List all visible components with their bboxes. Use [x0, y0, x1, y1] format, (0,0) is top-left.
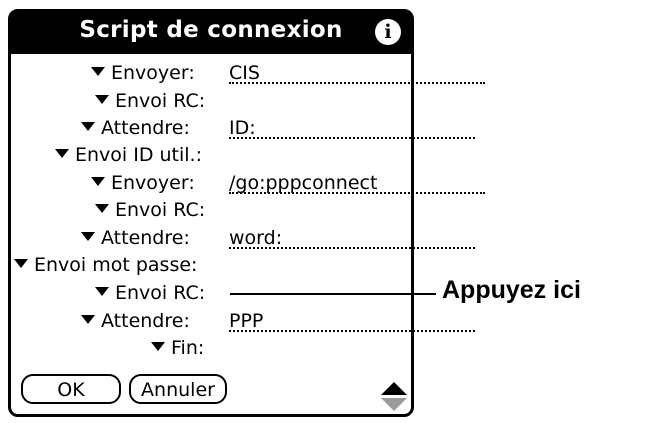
script-row[interactable]: Envoi mot passe:	[14, 252, 197, 278]
scroll-up-icon[interactable]	[381, 382, 407, 395]
dropdown-arrow-icon[interactable]	[81, 315, 95, 324]
script-row[interactable]: Envoi RC:	[95, 88, 205, 114]
command-label[interactable]: Envoyer:	[111, 172, 195, 194]
login-script-dialog: Script de connexion i Envoyer: CIS Envoi…	[8, 9, 485, 417]
dropdown-arrow-icon[interactable]	[151, 342, 165, 351]
dropdown-arrow-icon[interactable]	[91, 67, 105, 76]
script-row[interactable]: Fin:	[151, 335, 204, 361]
command-label[interactable]: Attendre:	[101, 117, 190, 139]
command-label[interactable]: Envoi mot passe:	[34, 254, 197, 276]
script-row[interactable]: Envoyer: CIS	[91, 60, 485, 86]
command-label[interactable]: Envoi RC:	[115, 90, 205, 112]
script-row[interactable]: Envoi ID util.:	[55, 142, 202, 168]
ok-button[interactable]: OK	[21, 374, 121, 404]
dropdown-arrow-icon[interactable]	[55, 149, 69, 158]
command-label[interactable]: Attendre:	[101, 227, 190, 249]
dropdown-arrow-icon[interactable]	[14, 259, 28, 268]
dropdown-arrow-icon[interactable]	[81, 232, 95, 241]
dropdown-arrow-icon[interactable]	[81, 122, 95, 131]
script-row[interactable]: Attendre: ID:	[81, 115, 475, 141]
callout-label: Appuyez ici	[442, 276, 581, 304]
script-row[interactable]: Envoi RC:	[95, 197, 205, 223]
callout-line	[230, 293, 436, 295]
param-field[interactable]: ID:	[229, 115, 475, 139]
command-label[interactable]: Envoi RC:	[115, 282, 205, 304]
command-label[interactable]: Envoi RC:	[115, 199, 205, 221]
cancel-button[interactable]: Annuler	[129, 374, 227, 404]
dropdown-arrow-icon[interactable]	[95, 287, 109, 296]
param-field[interactable]: CIS	[229, 60, 485, 84]
param-field[interactable]: /go:pppconnect	[229, 170, 485, 194]
script-row[interactable]: Attendre: PPP	[81, 308, 475, 334]
command-label[interactable]: Envoyer:	[111, 62, 195, 84]
script-row[interactable]: Envoi RC:	[95, 280, 205, 306]
dropdown-arrow-icon[interactable]	[95, 95, 109, 104]
title-bar: Script de connexion i	[11, 12, 411, 54]
command-label[interactable]: Envoi ID util.:	[75, 144, 202, 166]
command-label[interactable]: Attendre:	[101, 310, 190, 332]
command-label[interactable]: Fin:	[171, 337, 204, 359]
param-field[interactable]: PPP	[229, 308, 475, 332]
dropdown-arrow-icon[interactable]	[95, 204, 109, 213]
dropdown-arrow-icon[interactable]	[91, 177, 105, 186]
script-row[interactable]: Attendre: word:	[81, 225, 475, 251]
script-row[interactable]: Envoyer: /go:pppconnect	[91, 170, 485, 196]
param-field[interactable]: word:	[229, 225, 475, 249]
scroll-down-icon[interactable]	[381, 398, 407, 411]
info-icon[interactable]: i	[375, 19, 401, 45]
dialog-title: Script de connexion	[79, 17, 343, 43]
